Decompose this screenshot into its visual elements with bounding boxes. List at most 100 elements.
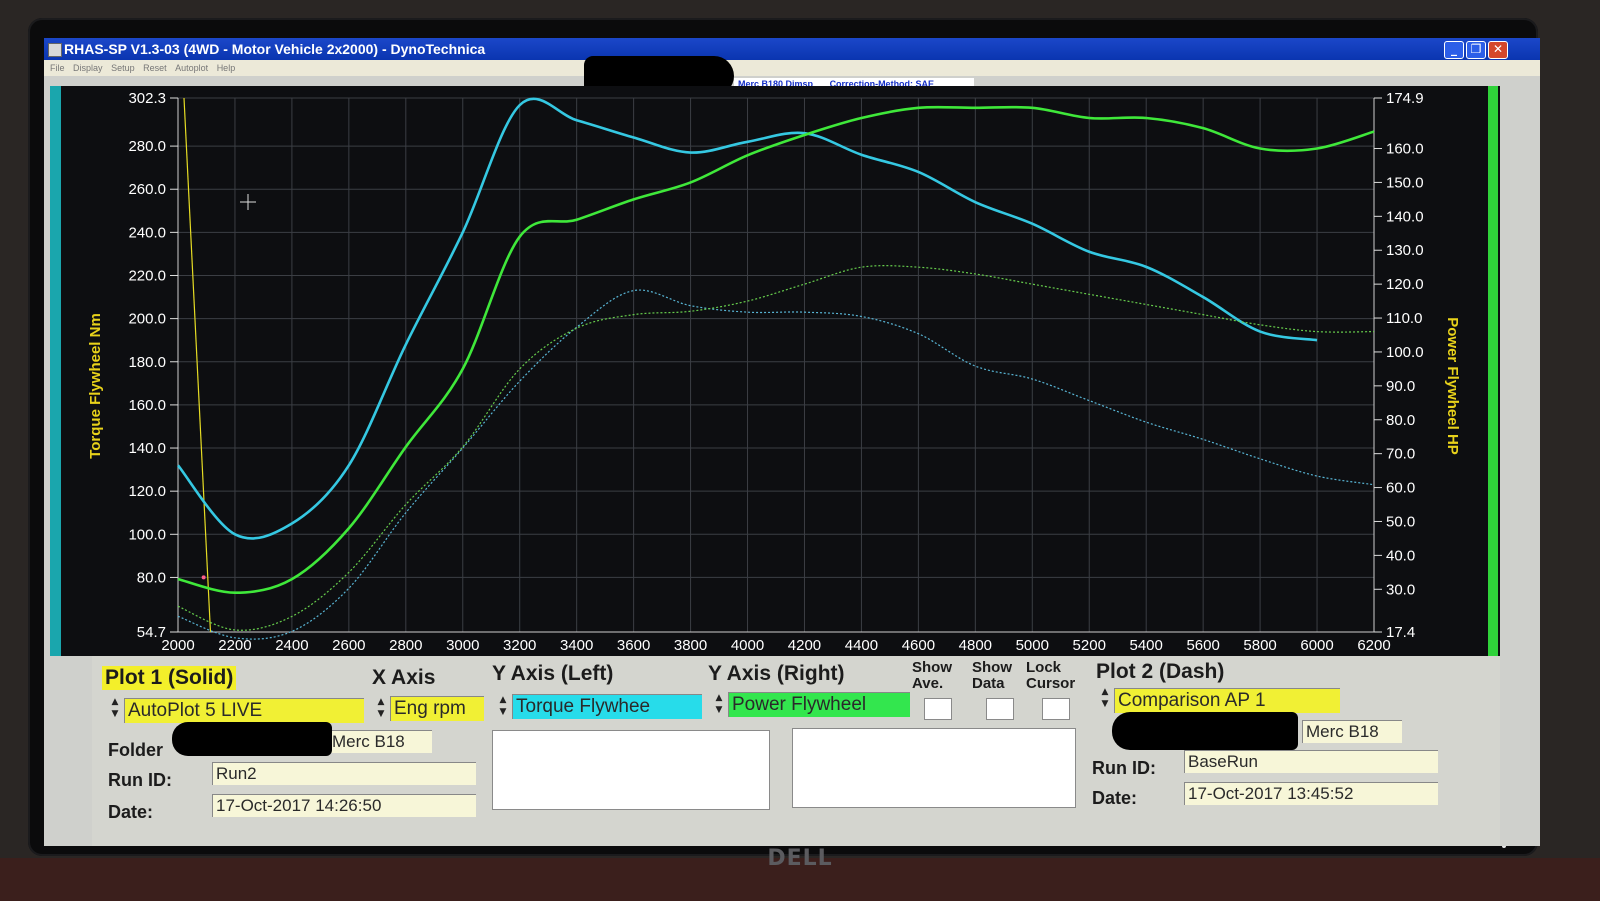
plot2-run-id-label: Run ID: xyxy=(1092,758,1156,778)
y-axis-left-field[interactable]: Torque Flywhee xyxy=(512,694,702,719)
plot1-run-id-field[interactable]: Run2 xyxy=(212,762,476,785)
right-tick-label: 40.0 xyxy=(1386,547,1415,564)
left-tick-label: 200.0 xyxy=(128,311,166,328)
left-tick-label: 160.0 xyxy=(128,397,166,414)
right-tick-label: 50.0 xyxy=(1386,513,1415,530)
menu-bar: File Display Setup Reset Autoplot Help xyxy=(44,60,1540,76)
x-tick-label: 3800 xyxy=(674,637,707,654)
x-tick-label: 5200 xyxy=(1073,637,1106,654)
left-tick-label: 302.3 xyxy=(128,90,166,107)
plot2-run-id-field[interactable]: BaseRun xyxy=(1184,750,1438,773)
x-tick-label: 6000 xyxy=(1300,637,1333,654)
y-axis-left-spinner-icon[interactable]: ▲ ▼ xyxy=(496,694,510,720)
y-axis-right-heading: Y Axis (Right) xyxy=(708,662,845,685)
app-icon xyxy=(48,43,62,57)
x-tick-label: 2600 xyxy=(332,637,365,654)
menu-setup[interactable]: Setup xyxy=(111,60,135,76)
x-tick-label: 5000 xyxy=(1016,637,1049,654)
title-bar: RHAS-SP V1.3-03 (4WD - Motor Vehicle 2x2… xyxy=(44,38,1540,60)
x-tick-label: 3400 xyxy=(560,637,593,654)
menu-help[interactable]: Help xyxy=(217,60,236,76)
y-axis-right-field[interactable]: Power Flywheel xyxy=(728,692,910,717)
right-tick-label: 130.0 xyxy=(1386,242,1424,259)
right-tick-label: 150.0 xyxy=(1386,174,1424,191)
plot2-spinner-icon[interactable]: ▲ ▼ xyxy=(1098,686,1112,712)
x-tick-label: 4400 xyxy=(845,637,878,654)
series-line-torque-dashed xyxy=(177,289,1375,640)
right-tick-label: 17.4 xyxy=(1386,624,1415,641)
plot2-heading: Plot 2 (Dash) xyxy=(1096,660,1225,683)
screen: RHAS-SP V1.3-03 (4WD - Motor Vehicle 2x2… xyxy=(44,38,1540,846)
redaction-mark xyxy=(1112,712,1298,750)
x-tick-label: 2200 xyxy=(218,637,251,654)
dyno-chart[interactable]: 2000 2200 2400 2600 2800 3000 3200 3400 3600 3800… xyxy=(50,86,1500,656)
left-tick-label: 180.0 xyxy=(128,354,166,371)
lock-cursor-label: Lock Cursor xyxy=(1026,659,1076,692)
lock-cursor-checkbox[interactable] xyxy=(1042,698,1070,720)
left-tick-label: 240.0 xyxy=(128,224,166,241)
date-label: Date: xyxy=(108,802,154,822)
plot2-folder-field[interactable]: Merc B18 xyxy=(1302,720,1402,743)
plot1-date-field[interactable]: 17-Oct-2017 14:26:50 xyxy=(212,794,476,817)
y-axis-left-heading: Y Axis (Left) xyxy=(492,662,614,685)
menu-autoplot[interactable]: Autoplot xyxy=(175,60,208,76)
show-ave-checkbox[interactable] xyxy=(924,698,952,720)
x-tick-label: 3600 xyxy=(617,637,650,654)
cursor-marker xyxy=(201,575,206,580)
right-tick-label: 60.0 xyxy=(1386,480,1415,497)
minimize-button[interactable]: _ xyxy=(1444,41,1464,59)
x-tick-label: 4800 xyxy=(959,637,992,654)
plot2-source-field[interactable]: Comparison AP 1 xyxy=(1114,688,1340,713)
right-tick-label: 90.0 xyxy=(1386,378,1415,395)
folder-label: Folder xyxy=(108,740,164,760)
y-axis-right-spinner-icon[interactable]: ▲ ▼ xyxy=(712,692,726,718)
plot2-date-field[interactable]: 17-Oct-2017 13:45:52 xyxy=(1184,782,1438,805)
right-tick-label: 140.0 xyxy=(1386,208,1424,225)
right-tick-label: 80.0 xyxy=(1386,412,1415,429)
window-title: RHAS-SP V1.3-03 (4WD - Motor Vehicle 2x2… xyxy=(64,41,486,57)
left-tick-label: 140.0 xyxy=(128,440,166,457)
plot1-folder-field[interactable]: Merc B18 xyxy=(328,730,432,753)
right-tick-label: 120.0 xyxy=(1386,276,1424,293)
x-axis-heading: X Axis xyxy=(372,666,436,689)
right-tick-label: 100.0 xyxy=(1386,344,1424,361)
close-button[interactable]: ✕ xyxy=(1488,41,1508,59)
plot2-date-label: Date: xyxy=(1092,788,1138,808)
right-axis-title: Power Flywheel HP xyxy=(1444,317,1461,455)
left-tick-label: 280.0 xyxy=(128,138,166,155)
x-tick-label: 4600 xyxy=(902,637,935,654)
x-axis-spinner-icon[interactable]: ▲ ▼ xyxy=(374,696,388,722)
left-tick-label: 120.0 xyxy=(128,483,166,500)
left-tick-label: 54.7 xyxy=(137,624,166,641)
right-tick-label: 174.9 xyxy=(1386,90,1424,107)
x-tick-label: 5600 xyxy=(1186,637,1219,654)
plot1-spinner-icon[interactable]: ▲ ▼ xyxy=(108,696,122,722)
right-tick-label: 160.0 xyxy=(1386,141,1424,158)
x-tick-label: 5800 xyxy=(1243,637,1276,654)
menu-file[interactable]: File xyxy=(50,60,65,76)
x-tick-label: 2800 xyxy=(389,637,422,654)
left-tick-label: 80.0 xyxy=(137,569,166,586)
left-axis-title: Torque Flywheel Nm xyxy=(87,313,104,459)
show-data-label: Show Data xyxy=(972,659,1012,692)
right-tick-label: 110.0 xyxy=(1386,310,1422,327)
menu-reset[interactable]: Reset xyxy=(143,60,167,76)
x-tick-label: 3000 xyxy=(446,637,479,654)
plot1-source-field[interactable]: AutoPlot 5 LIVE xyxy=(124,698,364,723)
plot1-notes-box[interactable] xyxy=(492,730,770,810)
monitor-logo: DELL xyxy=(767,846,833,871)
right-tick-label: 30.0 xyxy=(1386,581,1415,598)
series-line-power-solid xyxy=(177,105,1375,594)
plot2-notes-box[interactable] xyxy=(792,728,1076,808)
x-tick-label: 4000 xyxy=(731,637,764,654)
control-panel: Plot 1 (Solid) ▲ ▼ AutoPlot 5 LIVE Folder… xyxy=(92,656,1500,846)
right-tick-label: 70.0 xyxy=(1386,446,1415,463)
x-tick-label: 2400 xyxy=(275,637,308,654)
show-data-checkbox[interactable] xyxy=(986,698,1014,720)
menu-display[interactable]: Display xyxy=(73,60,103,76)
x-tick-label: 3200 xyxy=(503,637,536,654)
x-axis-field[interactable]: Eng rpm xyxy=(390,696,484,721)
run-id-label: Run ID: xyxy=(108,770,172,790)
maximize-button[interactable]: ❐ xyxy=(1466,41,1486,59)
x-tick-label: 2000 xyxy=(161,637,194,654)
